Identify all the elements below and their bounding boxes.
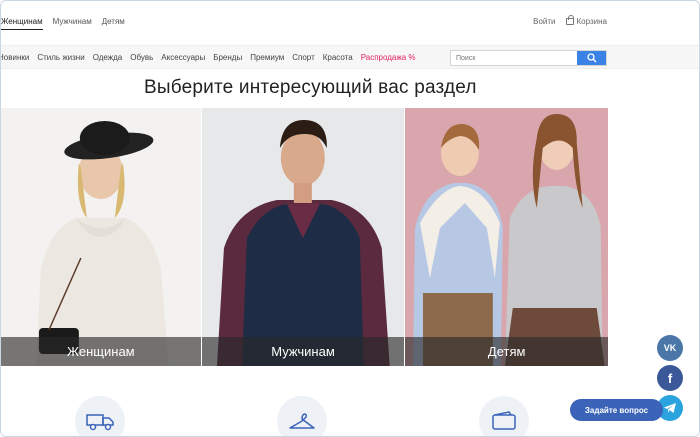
gender-tabs: Женщинам Мужчинам Детям xyxy=(1,17,125,30)
men-photo xyxy=(201,108,405,366)
tab-men[interactable]: Мужчинам xyxy=(53,17,92,30)
panel-women[interactable]: Женщинам xyxy=(1,108,201,366)
page-title: Выберите интересующий вас раздел xyxy=(144,77,477,98)
wallet-icon xyxy=(492,411,516,430)
section-panels: Женщинам Мужчинам Детям xyxy=(1,108,609,366)
panel-men-label: Мужчинам xyxy=(201,337,405,366)
category-brands[interactable]: Бренды xyxy=(213,53,242,62)
category-lifestyle[interactable]: Стиль жизни xyxy=(37,53,84,62)
category-clothes[interactable]: Одежда xyxy=(93,53,123,62)
category-accessories[interactable]: Аксессуары xyxy=(161,53,205,62)
category-premium[interactable]: Премиум xyxy=(250,53,284,62)
women-photo xyxy=(1,108,201,366)
category-beauty[interactable]: Красота xyxy=(323,53,353,62)
hanger-icon xyxy=(289,413,315,429)
category-new[interactable]: Новинки xyxy=(1,53,29,62)
payment-feature xyxy=(479,396,529,436)
top-bar: Женщинам Мужчинам Детям Войти Корзина xyxy=(1,1,699,45)
vk-icon: VK xyxy=(663,343,677,353)
facebook-icon: f xyxy=(667,370,673,386)
delivery-feature xyxy=(75,396,125,436)
search-input[interactable] xyxy=(451,51,577,65)
cart-link[interactable]: Корзина xyxy=(565,15,607,26)
login-link[interactable]: Войти xyxy=(533,17,555,26)
search-box xyxy=(450,50,607,66)
panel-kids-label: Детям xyxy=(405,337,609,366)
category-sale[interactable]: Распродажа % xyxy=(361,53,416,62)
cart-label: Корзина xyxy=(576,17,607,26)
search-button[interactable] xyxy=(577,51,606,65)
category-sport[interactable]: Спорт xyxy=(292,53,315,62)
category-list: Новинки Стиль жизни Одежда Обувь Аксессу… xyxy=(1,53,416,62)
panel-men[interactable]: Мужчинам xyxy=(201,108,405,366)
truck-icon xyxy=(86,414,114,431)
facebook-button[interactable]: f xyxy=(657,365,683,391)
fitting-feature xyxy=(277,396,327,436)
panel-kids[interactable]: Детям xyxy=(405,108,609,366)
browser-frame: Женщинам Мужчинам Детям Войти Корзина Но… xyxy=(0,0,700,437)
search-icon xyxy=(586,53,596,63)
account-links: Войти Корзина xyxy=(533,15,607,26)
bag-icon xyxy=(565,15,574,25)
telegram-icon xyxy=(664,403,676,413)
kids-photo xyxy=(405,108,609,366)
tab-women[interactable]: Женщинам xyxy=(1,17,43,30)
ask-question-button[interactable]: Задайте вопрос xyxy=(570,399,663,421)
panel-women-label: Женщинам xyxy=(1,337,201,366)
category-shoes[interactable]: Обувь xyxy=(130,53,153,62)
category-nav: Новинки Стиль жизни Одежда Обувь Аксессу… xyxy=(1,45,699,69)
tab-kids[interactable]: Детям xyxy=(102,17,125,30)
vk-button[interactable]: VK xyxy=(657,335,683,361)
